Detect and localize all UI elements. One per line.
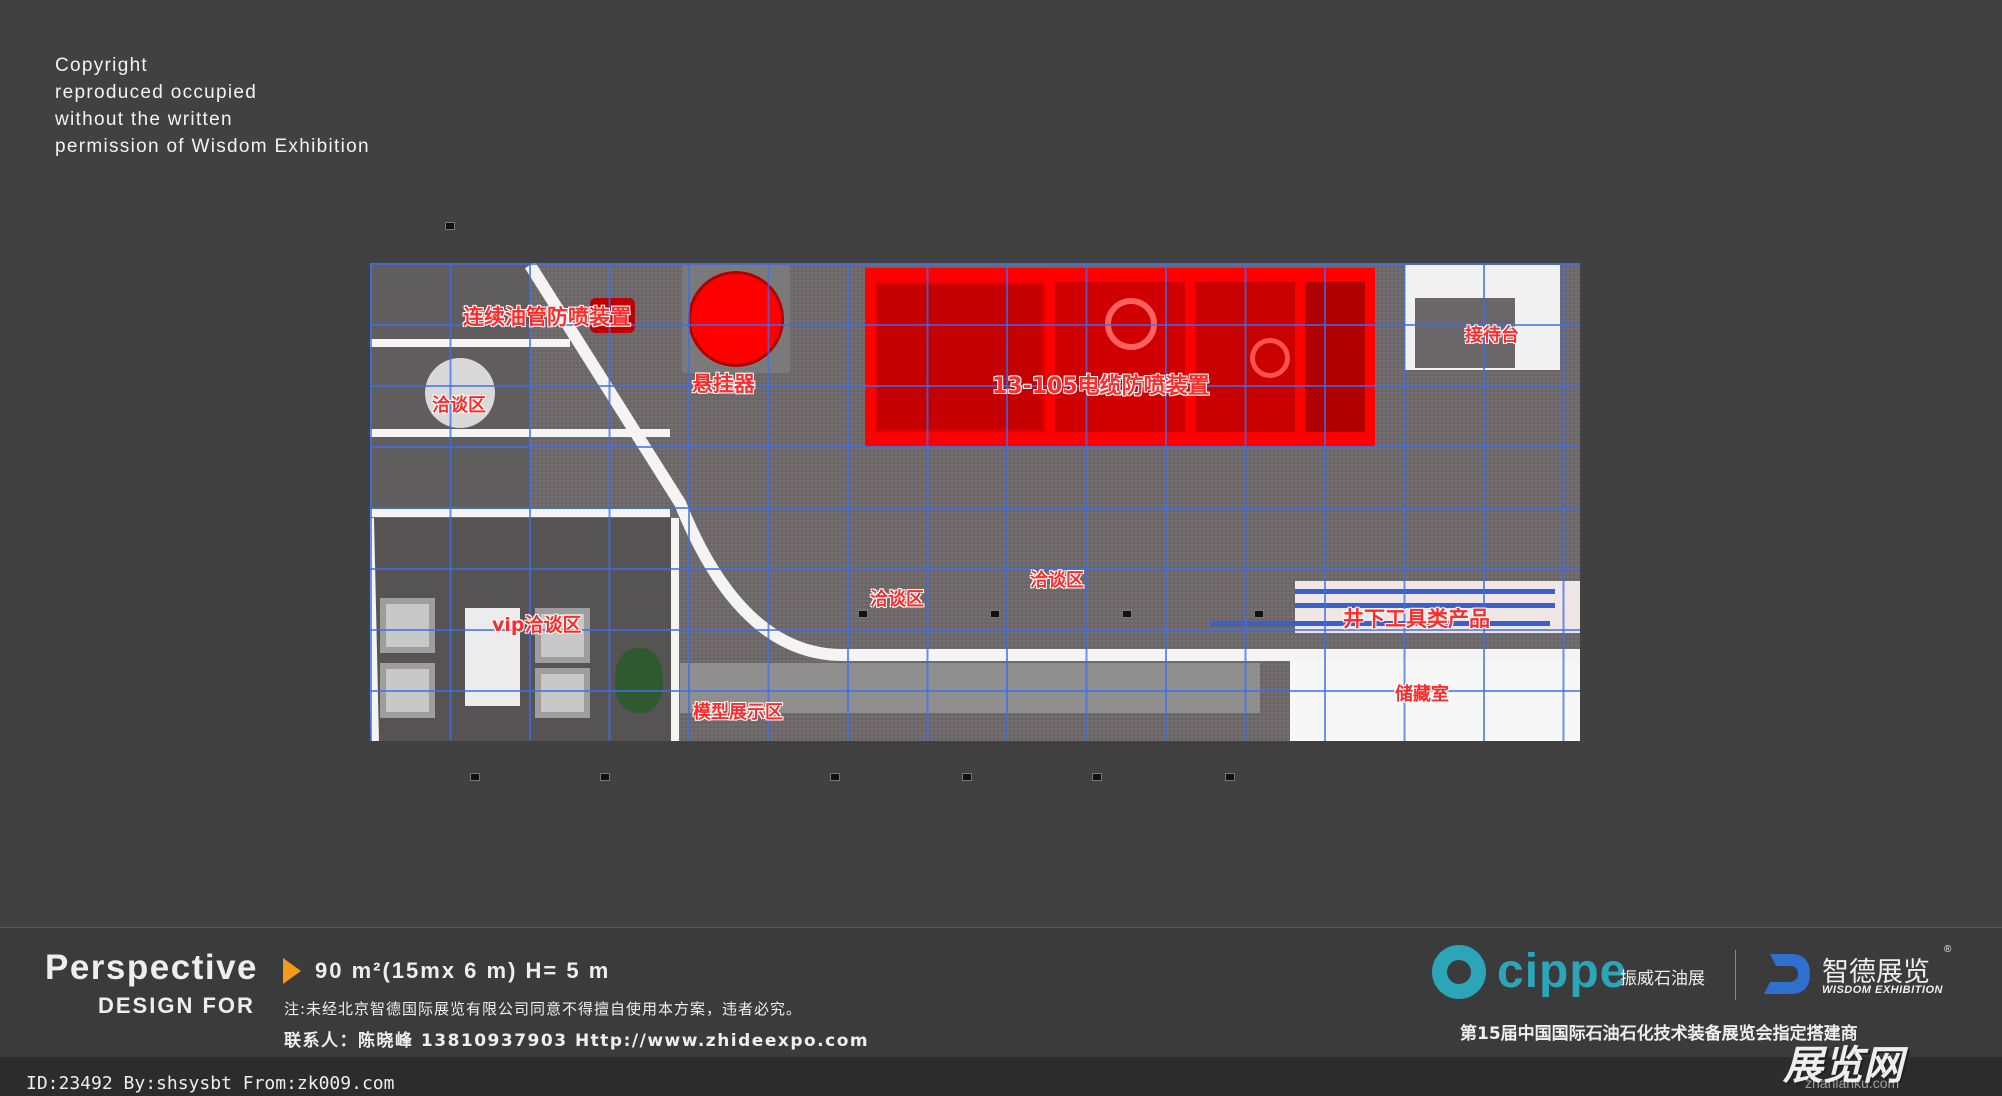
- label-vip: vip洽谈区: [492, 614, 582, 636]
- spotlight-bottom-3: [830, 773, 840, 781]
- vip-sofa-1: [380, 598, 435, 653]
- label-negotiation-center: 洽谈区: [870, 589, 924, 610]
- label-hanger: 悬挂器: [692, 372, 755, 396]
- copyright-line-3: without the written: [55, 109, 233, 130]
- spotlight-top: [445, 222, 455, 230]
- copyright-line-4: permission of Wisdom Exhibition: [55, 136, 370, 157]
- label-coiled-tubing: 连续油管防喷装置: [463, 305, 631, 329]
- copyright-line-1: Copyright: [55, 55, 149, 76]
- label-negotiation-left: 洽谈区: [432, 395, 486, 416]
- design-for-label: DESIGN FOR: [98, 993, 255, 1018]
- spotlight-bottom-2: [600, 773, 610, 781]
- footer-id-line: ID:23492 By:shsysbt From:zk009.com: [26, 1073, 395, 1094]
- spotlight-bottom-5: [1092, 773, 1102, 781]
- wisdom-logo-icon: [1764, 954, 1810, 994]
- label-model: 模型展示区: [693, 702, 783, 723]
- copyright-line-2: reproduced occupied: [55, 82, 258, 103]
- cippe-logo-icon: [1432, 945, 1486, 999]
- spotlight-bottom-1: [470, 773, 480, 781]
- label-downhole: 井下工具类产品: [1343, 607, 1490, 631]
- perspective-title: Perspective: [45, 948, 259, 987]
- spotlight-bottom-4: [962, 773, 972, 781]
- spotlight-inner-3: [1122, 610, 1132, 618]
- plant: [615, 648, 663, 713]
- label-negotiation-right: 洽谈区: [1030, 570, 1084, 591]
- copyright-notice: Copyright reproduced occupied without th…: [55, 52, 370, 160]
- registered-mark: ®: [1944, 944, 1952, 955]
- label-reception: 接待台: [1465, 325, 1519, 346]
- site-watermark-url: zhanlanku.com: [1805, 1075, 1900, 1091]
- play-arrow-icon: [283, 958, 301, 984]
- spotlight-inner-2: [990, 610, 1000, 618]
- label-storage: 储藏室: [1395, 684, 1449, 705]
- vip-sofa-4: [535, 668, 590, 718]
- spotlight-inner-1: [858, 610, 868, 618]
- vip-sofa-2: [380, 663, 435, 718]
- contact-line: 联系人：陈晓峰 13810937903 Http://www.zhideexpo…: [284, 1031, 870, 1051]
- booth-spec: 90 m²(15mx 6 m) H= 5 m: [315, 958, 611, 983]
- logo-divider: [1735, 950, 1736, 1000]
- spotlight-bottom-6: [1225, 773, 1235, 781]
- usage-note: 注:未经北京智德国际展览有限公司同意不得擅自使用本方案，违者必究。: [284, 1000, 803, 1018]
- spotlight-inner-4: [1254, 610, 1264, 618]
- label-cable-bop: 13-105电缆防喷装置: [992, 374, 1210, 399]
- cippe-logo-text: cippe: [1497, 945, 1628, 998]
- cippe-cn-text: 振威石油展: [1620, 969, 1705, 989]
- booth-floor-plan: 连续油管防喷装置 悬挂器 洽谈区 13-105电缆防喷装置 接待台 洽谈区 洽谈…: [370, 263, 1580, 741]
- wisdom-en-name: WISDOM EXHIBITION: [1822, 984, 1943, 996]
